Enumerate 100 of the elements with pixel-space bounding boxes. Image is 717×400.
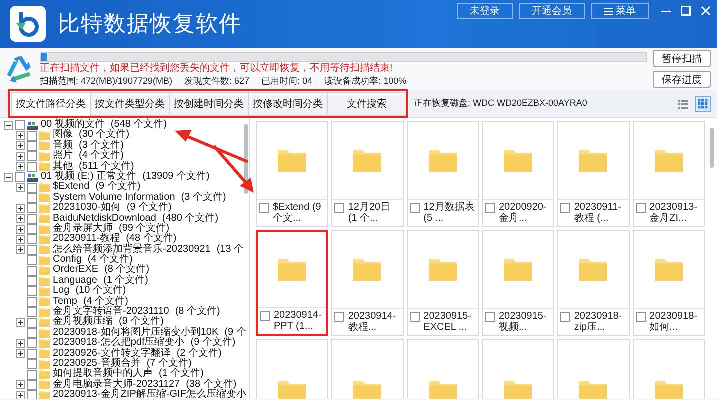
tree-item-label[interactable]: 其他 — [53, 162, 73, 172]
maximize-icon[interactable] — [681, 6, 691, 16]
tree-item-label[interactable]: 金舟录屏大师 — [53, 224, 113, 234]
checkbox[interactable] — [334, 203, 344, 213]
tree-item-label[interactable]: 如何提取音频中的人声 — [53, 369, 153, 380]
tree-item-label[interactable]: 怎么给音频添加背景音乐-20230921 — [53, 244, 211, 256]
close-icon[interactable] — [701, 6, 711, 16]
checkbox[interactable] — [15, 172, 25, 182]
menu-button[interactable]: 菜单 — [591, 3, 649, 19]
tab[interactable]: 文件搜索 — [327, 92, 407, 116]
tree-item-label[interactable]: 金舟视频压缩 — [53, 317, 113, 328]
checkbox[interactable] — [485, 203, 495, 213]
tree-item-label[interactable]: $Extend — [53, 182, 90, 193]
tree-item-label[interactable]: 00 视频的文件 — [41, 120, 105, 130]
folder-tile[interactable]: 12月数据表 (5 ... — [406, 121, 479, 227]
expand-toggle[interactable] — [16, 390, 25, 399]
expand-toggle[interactable] — [16, 214, 25, 224]
tree-item-label[interactable]: Language — [53, 276, 98, 286]
expand-toggle[interactable] — [16, 162, 25, 172]
checkbox[interactable] — [27, 214, 37, 224]
tree-item-label[interactable]: BaiduNetdiskDownload — [53, 214, 156, 224]
checkbox[interactable] — [27, 318, 37, 328]
checkbox[interactable] — [27, 307, 37, 318]
folder-tile[interactable]: $Extend (9 个文... — [256, 121, 328, 227]
tab[interactable]: 按修改时间分类 — [248, 92, 328, 116]
tab[interactable]: 按文件路径分类 — [11, 92, 91, 116]
checkbox[interactable] — [27, 338, 37, 348]
checkbox[interactable] — [27, 140, 37, 151]
expand-toggle[interactable] — [16, 183, 25, 192]
view-toggle[interactable] — [695, 96, 711, 112]
header-button[interactable]: 开通会员 — [519, 3, 585, 19]
expand-toggle[interactable] — [16, 338, 25, 348]
tree-item-label[interactable]: 照片 — [53, 151, 73, 162]
tree-item-label[interactable]: 20230911-教程 — [53, 234, 120, 245]
tree-item-label[interactable]: 01 视频 (E:) 正常文件 — [41, 172, 137, 182]
checkbox[interactable] — [27, 151, 37, 162]
tree-item-label[interactable]: 图像 — [53, 130, 73, 141]
tree-item-label[interactable]: System Volume Information — [53, 192, 176, 204]
checkbox[interactable] — [27, 182, 37, 193]
checkbox[interactable] — [27, 203, 37, 214]
scrollbar-thumb[interactable] — [710, 128, 714, 168]
tree-item-label[interactable]: Log — [53, 286, 70, 297]
action-button[interactable]: 暂停扫描 — [653, 50, 711, 67]
expand-toggle[interactable] — [16, 380, 25, 390]
tree-item-label[interactable]: 20230926-文件转文字翻译 — [53, 348, 171, 359]
expand-toggle[interactable] — [16, 318, 25, 328]
checkbox[interactable] — [27, 244, 37, 255]
tab[interactable]: 按创建时间分类 — [169, 92, 249, 116]
expand-toggle[interactable] — [16, 349, 25, 358]
checkbox[interactable] — [27, 296, 37, 307]
tab[interactable]: 按文件类型分类 — [90, 92, 170, 116]
checkbox[interactable] — [15, 120, 25, 130]
checkbox[interactable] — [260, 311, 270, 321]
tree-item-label[interactable]: Config — [53, 255, 82, 266]
checkbox[interactable] — [27, 328, 37, 338]
expand-toggle[interactable] — [4, 172, 13, 182]
expand-toggle[interactable] — [16, 141, 25, 150]
checkbox[interactable] — [259, 203, 269, 213]
tree-item-label[interactable]: 20230918-怎么把pdf压缩变小 — [53, 338, 185, 349]
tree-item-label[interactable]: Temp — [53, 296, 78, 308]
checkbox[interactable] — [27, 266, 37, 276]
expand-toggle[interactable] — [16, 131, 25, 140]
tree-item-label[interactable]: 20230913-金舟ZIP解压缩-GIF怎么压缩变小 — [53, 390, 246, 399]
checkbox[interactable] — [485, 312, 495, 322]
expand-toggle[interactable] — [16, 152, 25, 161]
folder-tile[interactable]: 20230914-PPT (1... — [256, 230, 328, 336]
checkbox[interactable] — [27, 224, 37, 234]
checkbox[interactable] — [636, 203, 646, 213]
folder-tile[interactable]: 20200920-金舟... — [482, 121, 554, 227]
folder-tile[interactable]: 20230911-教程 (... — [557, 121, 630, 227]
checkbox[interactable] — [27, 130, 37, 141]
checkbox[interactable] — [27, 380, 37, 390]
checkbox[interactable] — [410, 312, 420, 322]
folder-tile[interactable]: 20230915-EXCEL ... — [406, 230, 479, 336]
checkbox[interactable] — [560, 203, 570, 213]
checkbox[interactable] — [27, 286, 37, 296]
checkbox[interactable] — [27, 192, 37, 203]
checkbox[interactable] — [410, 203, 420, 213]
folder-tile[interactable]: 20230913-金舟ZI... — [632, 121, 705, 227]
tree-item-label[interactable]: OrderEXE — [53, 265, 99, 276]
checkbox[interactable] — [560, 312, 570, 322]
folder-tile[interactable]: 20230914-教程... — [331, 230, 404, 336]
checkbox[interactable] — [334, 312, 344, 322]
checkbox[interactable] — [27, 162, 37, 172]
folder-tile[interactable]: 20230915-视频... — [482, 230, 554, 336]
checkbox[interactable] — [636, 312, 646, 322]
checkbox[interactable] — [27, 276, 37, 286]
tree-item-label[interactable]: 20231030-如何 — [53, 203, 121, 214]
folder-tile[interactable]: 20230918-如何... — [632, 230, 705, 336]
checkbox[interactable] — [27, 359, 37, 370]
expand-toggle[interactable] — [4, 120, 13, 130]
checkbox[interactable] — [27, 255, 37, 266]
action-button[interactable]: 保存进度 — [653, 71, 711, 88]
folder-tile[interactable]: 12月20日 (1 个... — [331, 121, 404, 227]
checkbox[interactable] — [27, 390, 37, 399]
folder-tile[interactable]: 20230918-zip压... — [557, 230, 630, 336]
expand-toggle[interactable] — [16, 204, 25, 213]
checkbox[interactable] — [27, 370, 37, 380]
expand-toggle[interactable] — [16, 224, 25, 234]
header-button[interactable]: 未登录 — [457, 3, 513, 19]
